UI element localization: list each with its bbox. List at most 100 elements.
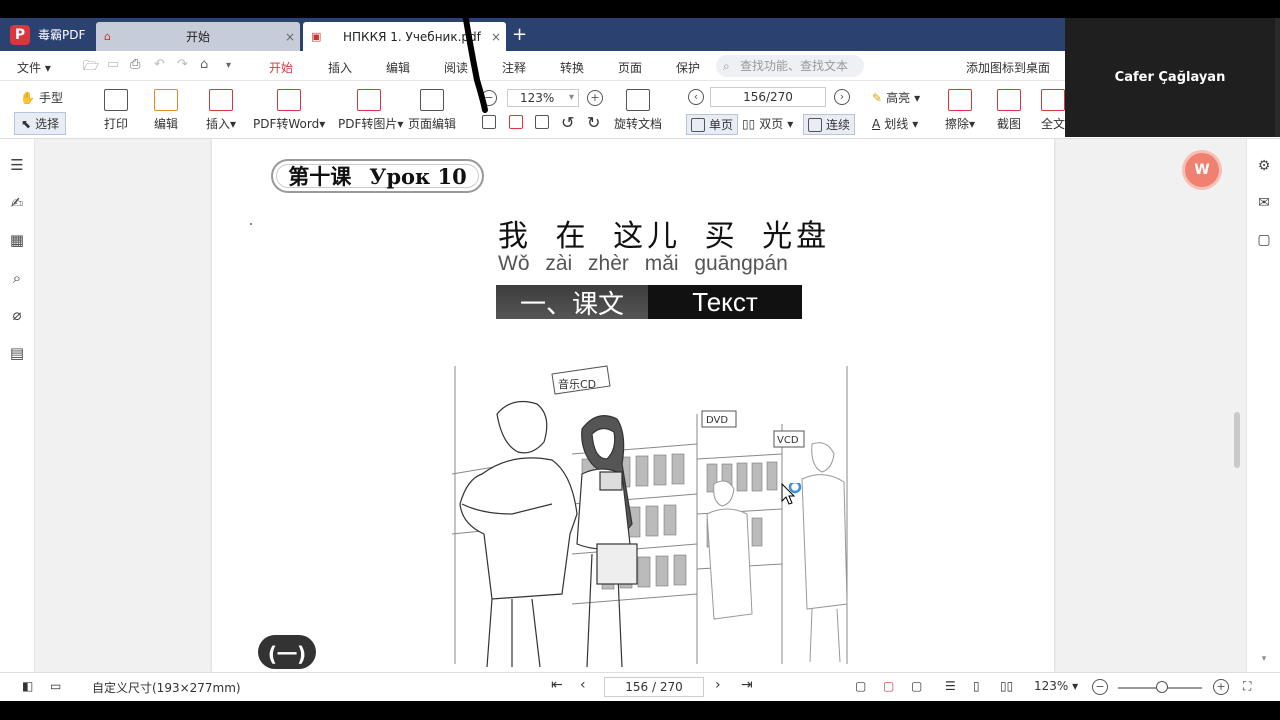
double-page-icon: ▯▯ — [742, 116, 756, 131]
erase-button[interactable]: 擦除▾ — [944, 89, 976, 132]
fit-width-icon[interactable]: ▢ — [883, 679, 894, 693]
fulltext-label: 全文 — [1040, 117, 1065, 131]
app-menu[interactable]: P 毒霸PDF — [0, 18, 96, 51]
continuous-button[interactable]: 连续 — [803, 114, 856, 135]
rotate-left-icon[interactable]: ↺ — [561, 113, 574, 132]
app-name: 毒霸PDF — [38, 28, 86, 42]
comments-icon[interactable]: ✉ — [1256, 195, 1272, 211]
menu-file[interactable]: 文件 ▾ — [17, 59, 51, 76]
ai-icon[interactable]: ▢ — [1256, 232, 1272, 248]
hand-tool-button[interactable]: ✋ 手型 — [20, 89, 63, 106]
next-page-icon[interactable]: › — [715, 677, 721, 693]
search-icon[interactable]: ⌕ — [9, 270, 25, 286]
save-icon[interactable]: ▭ — [107, 57, 119, 72]
page-edit-button[interactable]: 页面编辑 — [408, 89, 456, 132]
search-icon: ⌕ — [723, 59, 730, 73]
zoom-slider-handle[interactable] — [1156, 681, 1168, 693]
vertical-scrollbar[interactable] — [1234, 412, 1240, 468]
status-page-value: 156 / 270 — [625, 680, 683, 694]
fit-width-icon[interactable] — [509, 115, 523, 129]
pdf-to-image-button[interactable]: PDF转图片▾ — [338, 89, 403, 132]
actual-size-icon[interactable] — [535, 115, 549, 129]
undo-icon[interactable]: ↶ — [154, 57, 165, 72]
sidebar-toggle-icon[interactable]: ◧ — [22, 679, 33, 693]
new-tab-button[interactable]: + — [512, 24, 527, 45]
attachment-icon[interactable]: ⌀ — [9, 307, 25, 323]
page-layout-icon[interactable]: ▭ — [50, 679, 61, 693]
page-number-input[interactable]: 156/270 — [710, 87, 826, 107]
rotate-doc-icon — [626, 89, 650, 111]
rotate-doc-button[interactable]: 旋转文档 — [614, 89, 662, 132]
highlight-icon: ✎ — [872, 90, 883, 105]
hand-icon: ✋ — [20, 90, 35, 105]
fit-width-shape — [509, 115, 523, 129]
floating-word-button[interactable]: W — [1185, 153, 1219, 187]
redo-icon[interactable]: ↷ — [177, 57, 188, 72]
prev-page-icon[interactable]: ‹ — [580, 677, 586, 693]
prev-page-icon[interactable]: ‹ — [688, 89, 704, 105]
continuous-view-icon[interactable]: ☰ — [945, 679, 956, 693]
rotate-doc-label: 旋转文档 — [614, 117, 663, 131]
tab-start[interactable]: ⌂ 开始 × — [96, 22, 300, 51]
fulltext-button[interactable]: 全文 — [1040, 89, 1066, 132]
double-view-icon[interactable]: ▯▯ — [1000, 679, 1013, 693]
menu-item-start[interactable]: 开始 — [269, 59, 294, 83]
select-tool-button[interactable]: ⬉ 选择 — [14, 112, 67, 135]
fit-page-icon[interactable] — [482, 115, 496, 129]
underline-button[interactable]: A 划线 ▾ — [872, 115, 918, 132]
single-page-button[interactable]: 单页 — [686, 114, 739, 135]
sign-vcd: VCD — [777, 435, 799, 446]
insert-button[interactable]: 插入▾ — [203, 89, 239, 132]
fullscreen-icon[interactable]: ⛶ — [1243, 679, 1251, 694]
zoom-in-icon[interactable]: + — [1213, 679, 1229, 695]
menu-item-convert[interactable]: 转换 — [560, 59, 584, 76]
status-zoom-select[interactable]: 123% ▾ — [1034, 679, 1078, 693]
last-page-icon[interactable]: ⇥ — [741, 677, 753, 693]
participant-name: Cafer Çağlayan — [1114, 70, 1226, 85]
actual-size-icon[interactable]: ▢ — [911, 679, 922, 693]
zoom-select[interactable]: 123% ▾ — [507, 89, 579, 107]
tab-document[interactable]: ▣ НПККЯ 1. Учебник.pdf × — [303, 22, 506, 51]
menu-item-annotate[interactable]: 注释 — [502, 59, 526, 76]
screenshot-icon — [997, 89, 1021, 111]
print-icon[interactable]: ⎙ — [130, 57, 140, 72]
menu-item-protect[interactable]: 保护 — [676, 59, 700, 76]
rotate-right-icon[interactable]: ↻ — [587, 113, 600, 132]
erase-label: 擦除 — [944, 117, 969, 131]
next-page-icon[interactable]: › — [834, 89, 850, 105]
menu-icon[interactable]: ☰ — [9, 157, 25, 173]
pdf-to-word-button[interactable]: PDF转Word▾ — [253, 89, 325, 132]
menu-file-label: 文件 — [17, 61, 42, 75]
zoom-out-icon[interactable]: − — [481, 90, 497, 106]
scroll-down-icon[interactable]: ▾ — [1256, 651, 1272, 667]
screenshot-button[interactable]: 截图 — [995, 89, 1023, 132]
chevron-down-icon[interactable]: ▾ — [226, 60, 231, 71]
status-page-input[interactable]: 156 / 270 — [604, 677, 704, 697]
home-icon[interactable]: ⌂ — [200, 57, 208, 72]
print-button[interactable]: 打印 — [102, 89, 130, 132]
menu-item-insert[interactable]: 插入 — [328, 59, 352, 76]
open-icon[interactable]: 🗁 — [83, 57, 99, 79]
thumbnails-icon[interactable]: ▦ — [9, 232, 25, 248]
settings-sliders-icon[interactable]: ⚙ — [1256, 158, 1272, 174]
menu-item-page[interactable]: 页面 — [618, 59, 642, 76]
fit-page-icon[interactable]: ▢ — [855, 679, 866, 693]
close-icon[interactable]: × — [280, 30, 300, 44]
edit-button[interactable]: 编辑 — [150, 89, 182, 132]
highlight-button[interactable]: ✎ 高亮 ▾ — [872, 89, 920, 106]
document-info-icon[interactable]: ▤ — [9, 345, 25, 361]
zoom-in-icon[interactable]: + — [587, 90, 603, 106]
close-icon[interactable]: × — [486, 30, 506, 44]
document-viewport[interactable]: 第十课 Урок 10 我 在 这儿 买 光盘 Wǒ zài zhèr mǎi … — [35, 139, 1246, 672]
menu-item-read[interactable]: 阅读 — [444, 59, 468, 76]
search-input[interactable]: ⌕ 查找功能、查找文本 — [716, 55, 864, 77]
first-page-icon[interactable]: ⇤ — [551, 677, 563, 693]
double-page-button[interactable]: ▯▯ 双页 ▾ — [742, 115, 793, 132]
signature-icon[interactable]: ✍ — [9, 195, 25, 211]
pin-to-desktop-link[interactable]: 添加图标到桌面 — [966, 59, 1050, 76]
search-placeholder: 查找功能、查找文本 — [740, 59, 849, 73]
single-view-icon[interactable]: ▯ — [973, 679, 980, 693]
video-edge — [1275, 18, 1280, 137]
zoom-out-icon[interactable]: − — [1092, 679, 1108, 695]
menu-item-edit[interactable]: 编辑 — [386, 59, 410, 76]
